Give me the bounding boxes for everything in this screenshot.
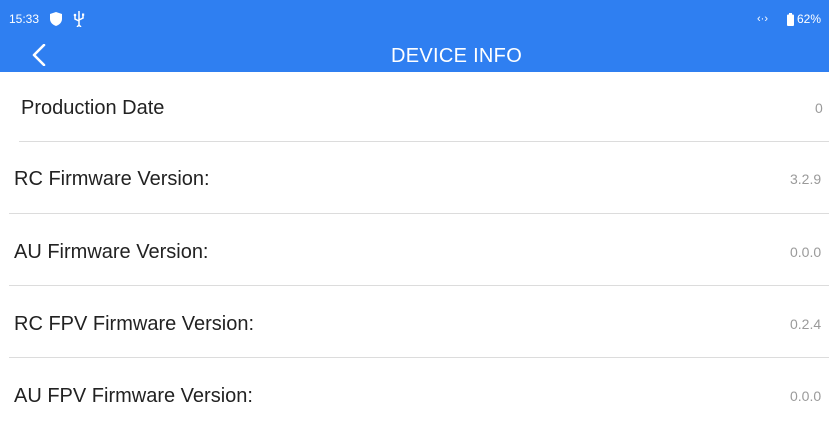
row-value: 0.0.0 xyxy=(790,388,822,404)
link-icon: ‹·› xyxy=(757,13,768,25)
page-title: DEVICE INFO xyxy=(390,45,523,67)
app-header: 15:33 ‹·› 62% DEVICE INFO xyxy=(0,0,829,72)
row-label: Production Date xyxy=(21,97,165,119)
row-value: 3.2.9 xyxy=(790,171,822,187)
row-label: RC FPV Firmware Version: xyxy=(14,313,255,335)
battery-icon xyxy=(787,13,794,26)
shield-icon xyxy=(50,12,62,26)
status-bar: 15:33 ‹·› 62% xyxy=(0,0,829,34)
list-item-production-date: Production Date 0 xyxy=(0,72,829,144)
row-label: AU FPV Firmware Version: xyxy=(14,385,253,407)
row-value: 0.2.4 xyxy=(790,316,822,332)
row-value: 0 xyxy=(815,100,823,116)
list-item-rc-firmware: RC Firmware Version: 3.2.9 xyxy=(0,142,829,214)
usb-icon xyxy=(73,11,85,28)
list-item-au-firmware: AU Firmware Version: 0.0.0 xyxy=(0,214,829,286)
status-time: 15:33 xyxy=(9,12,40,26)
list-item-au-fpv-firmware: AU FPV Firmware Version: 0.0.0 xyxy=(0,358,829,423)
battery-percent: 62% xyxy=(797,12,822,26)
row-label: AU Firmware Version: xyxy=(14,241,209,263)
row-label: RC Firmware Version: xyxy=(14,168,210,190)
list-item-rc-fpv-firmware: RC FPV Firmware Version: 0.2.4 xyxy=(0,286,829,358)
row-value: 0.0.0 xyxy=(790,244,822,260)
